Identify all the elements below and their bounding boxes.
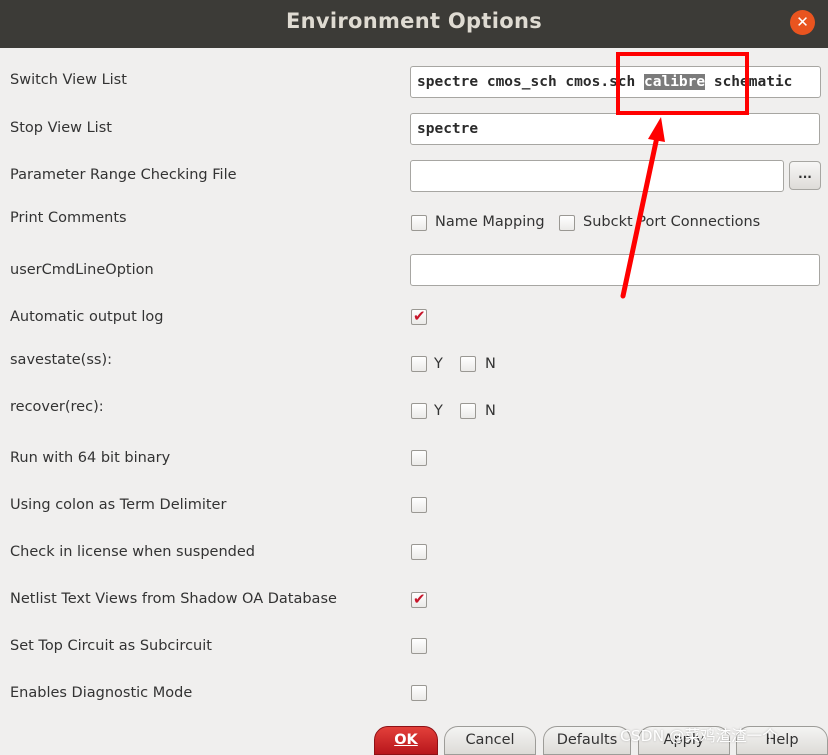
watermark-text: CSDN @菜鸡渣渣一个 bbox=[620, 727, 778, 745]
defaults-button[interactable]: Defaults bbox=[543, 726, 631, 755]
ok-button[interactable]: OK bbox=[374, 726, 438, 755]
cancel-button[interactable]: Cancel bbox=[444, 726, 536, 755]
annotation-arrow-icon bbox=[620, 117, 665, 299]
